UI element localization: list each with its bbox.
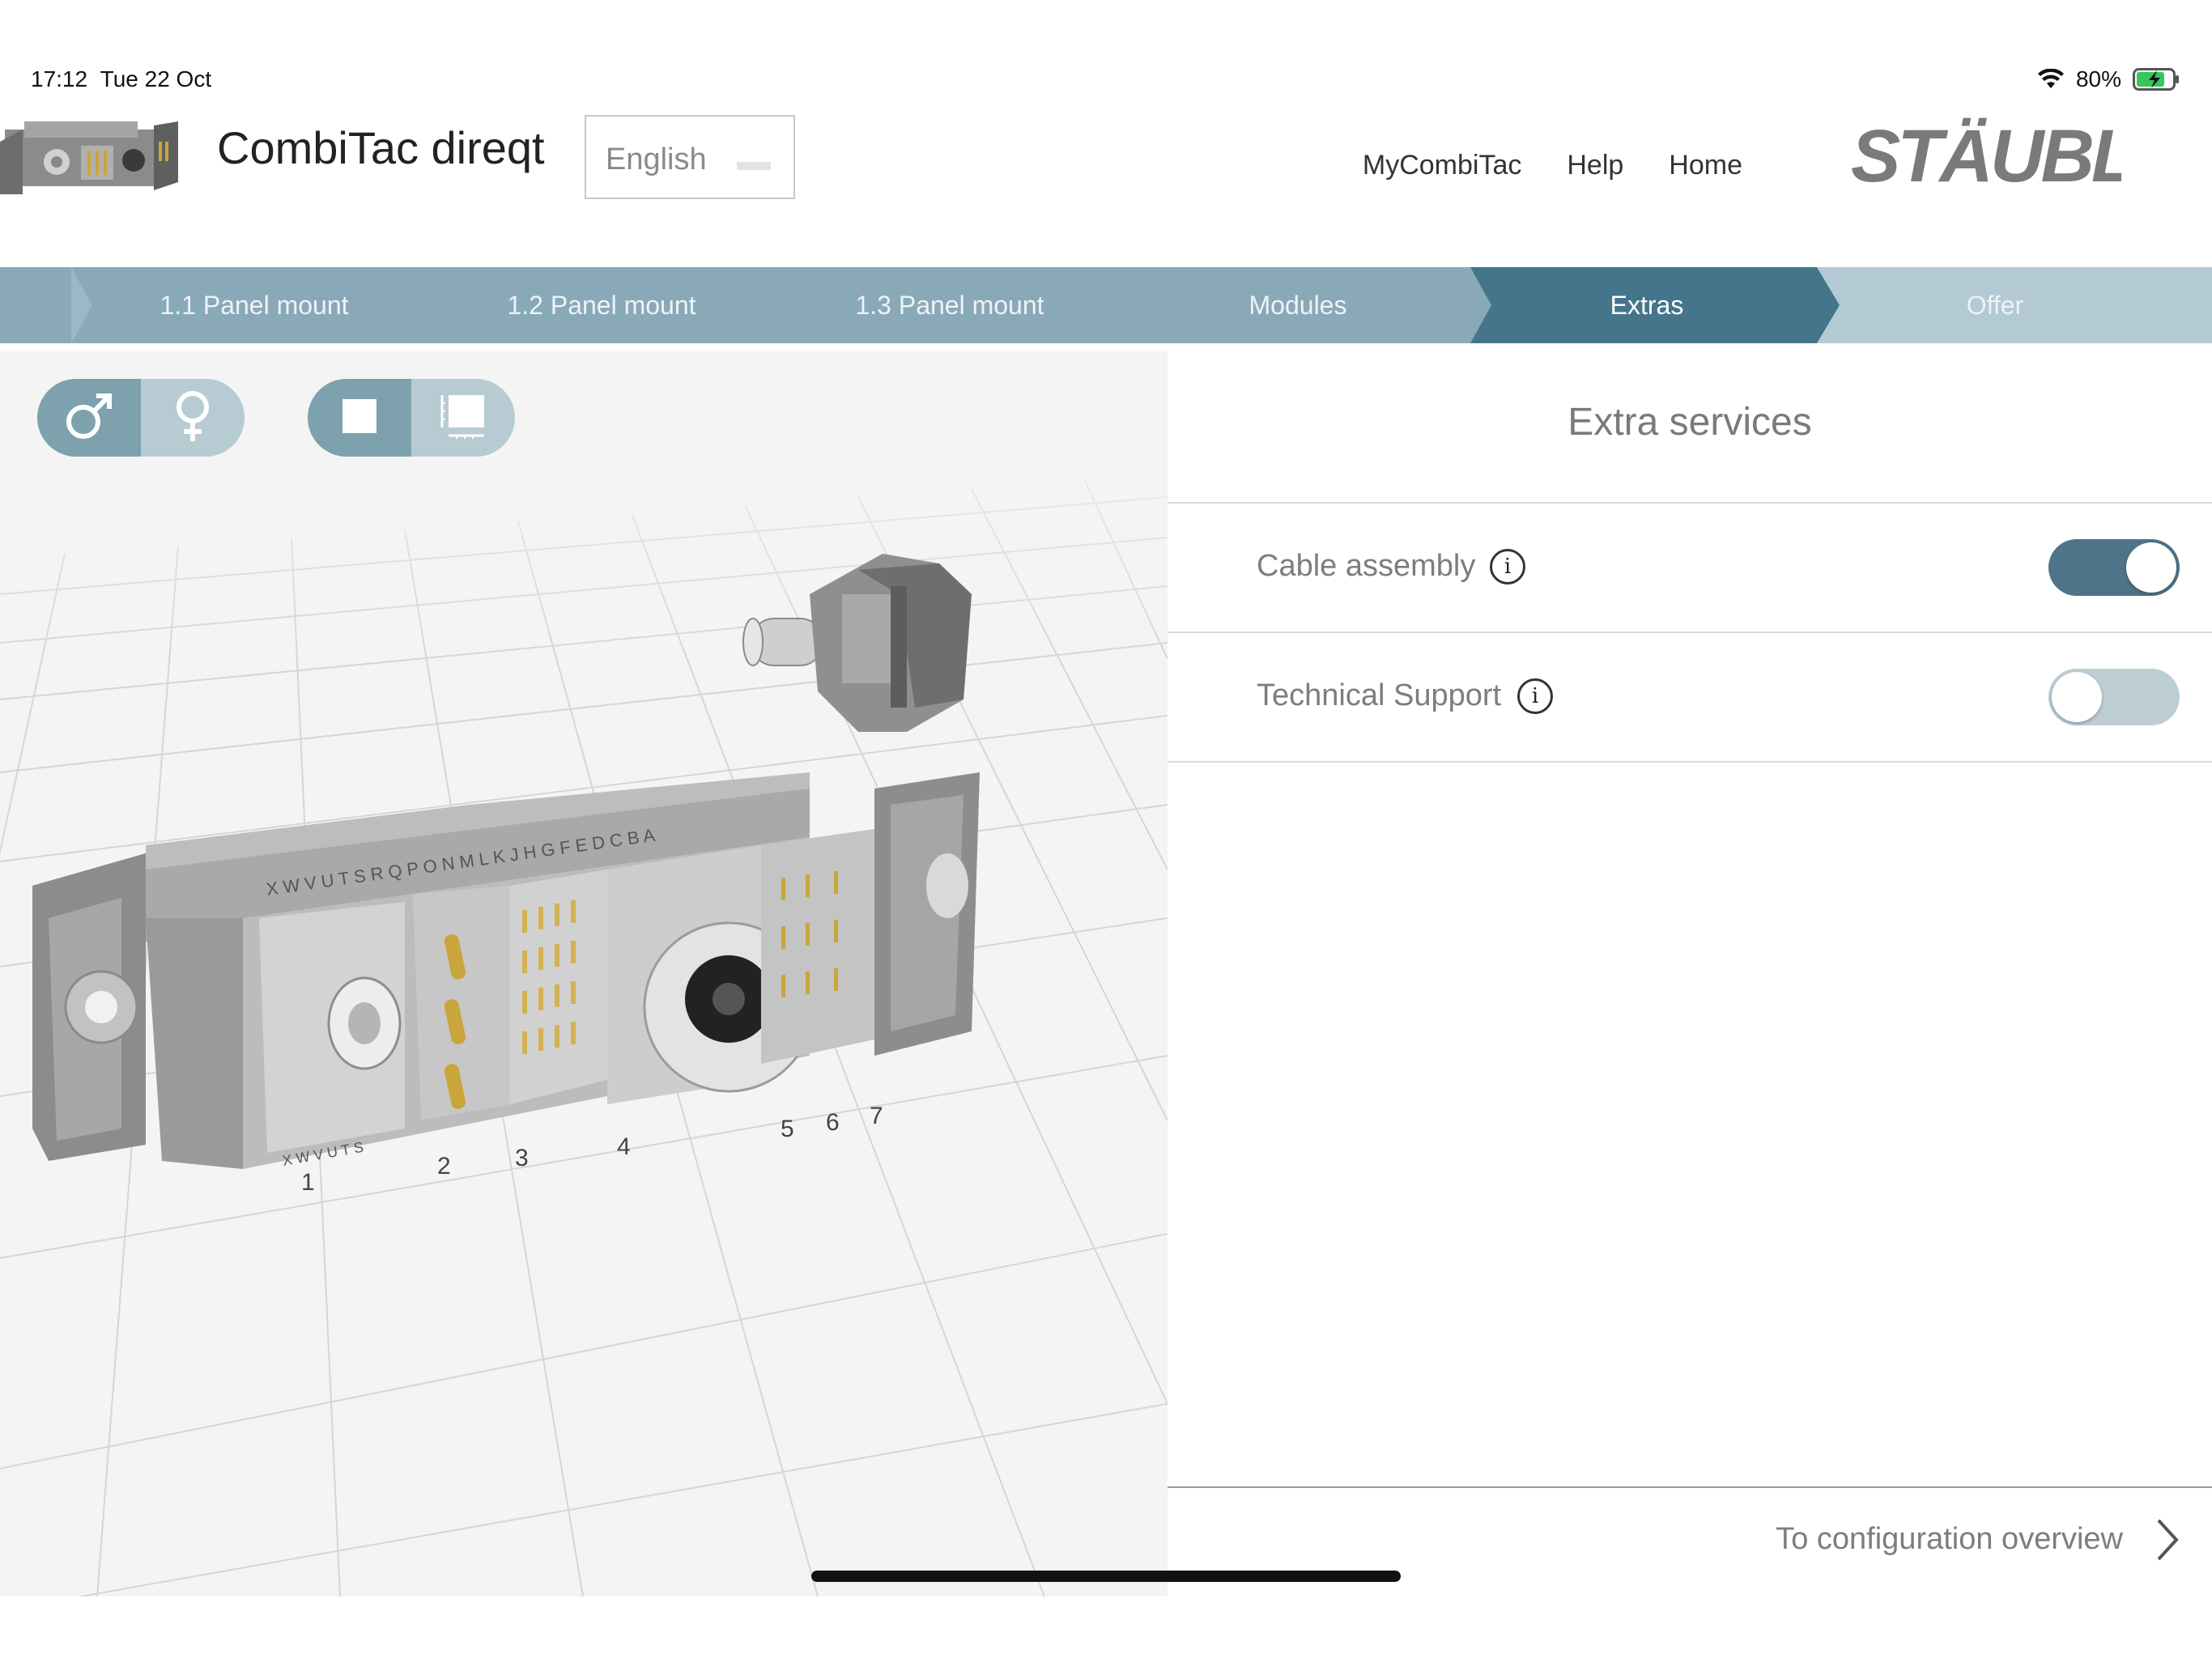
language-value: English bbox=[606, 142, 707, 176]
language-select[interactable]: English bbox=[585, 115, 795, 199]
product-thumbnail[interactable] bbox=[0, 97, 190, 210]
nav-home[interactable]: Home bbox=[1669, 150, 1742, 181]
clock-date: Tue 22 Oct bbox=[100, 66, 212, 91]
info-icon[interactable]: i bbox=[1517, 678, 1553, 714]
module-number-4: 4 bbox=[617, 1133, 631, 1160]
dimension-ruler-icon bbox=[437, 390, 489, 446]
step-progress-bar: 1.1 Panel mount 1.2 Panel mount 1.3 Pane… bbox=[0, 267, 2212, 343]
status-bar: 17:12 Tue 22 Oct 80% bbox=[0, 0, 2212, 92]
view-mode-toggle bbox=[308, 379, 515, 457]
module-number-7: 7 bbox=[870, 1103, 883, 1129]
configuration-overview-link[interactable]: To configuration overview bbox=[1776, 1522, 2123, 1557]
step-1-3-panel-mount[interactable]: 1.3 Panel mount bbox=[788, 267, 1112, 343]
chevron-right-icon[interactable] bbox=[2154, 1516, 2181, 1568]
step-1-2-panel-mount[interactable]: 1.2 Panel mount bbox=[440, 267, 764, 343]
module-number-1: 1 bbox=[301, 1169, 315, 1196]
top-nav: MyCombiTac Help Home bbox=[1363, 150, 1742, 181]
staubli-logo: STÄUBLI bbox=[1846, 113, 2159, 198]
panel-title: Extra services bbox=[1568, 401, 1812, 444]
status-indicators: 80% bbox=[2037, 66, 2180, 92]
divider bbox=[1168, 761, 2212, 763]
battery-percent: 80% bbox=[2075, 66, 2121, 91]
step-offer[interactable]: Offer bbox=[1833, 267, 2157, 343]
3d-viewer[interactable]: X W V U T S R Q P O N M L K J H G F E D … bbox=[0, 351, 1168, 1596]
extras-panel: Extra services Cable assembly i Technica… bbox=[1168, 351, 2212, 1596]
male-toggle[interactable] bbox=[37, 379, 141, 457]
module-number-2: 2 bbox=[437, 1153, 451, 1180]
step-1-1-panel-mount[interactable]: 1.1 Panel mount bbox=[92, 267, 416, 343]
module-number-5: 5 bbox=[781, 1116, 794, 1142]
module-number-3: 3 bbox=[515, 1145, 529, 1171]
nav-help[interactable]: Help bbox=[1567, 150, 1623, 181]
app-title: CombiTac direqt bbox=[217, 122, 545, 173]
technical-support-switch[interactable] bbox=[2048, 669, 2180, 725]
footer-divider bbox=[1168, 1486, 2212, 1488]
solid-square-icon bbox=[339, 396, 380, 440]
info-icon[interactable]: i bbox=[1490, 549, 1525, 585]
cable-assembly-switch[interactable] bbox=[2048, 539, 2180, 596]
divider bbox=[1168, 502, 2212, 504]
male-icon bbox=[61, 388, 117, 449]
gender-toggle bbox=[37, 379, 245, 457]
wifi-icon bbox=[2037, 69, 2065, 90]
step-modules[interactable]: Modules bbox=[1136, 267, 1460, 343]
switch-knob bbox=[2126, 542, 2176, 593]
step-extras[interactable]: Extras bbox=[1485, 267, 1809, 343]
female-toggle[interactable] bbox=[141, 379, 245, 457]
home-indicator[interactable] bbox=[811, 1571, 1401, 1582]
status-time: 17:12 Tue 22 Oct bbox=[31, 66, 211, 92]
female-icon bbox=[164, 388, 221, 449]
module-number-6: 6 bbox=[826, 1109, 840, 1136]
brand-text: STÄUBLI bbox=[1851, 115, 2121, 194]
battery-charging-icon bbox=[2133, 68, 2180, 91]
nav-mycombitac[interactable]: MyCombiTac bbox=[1363, 150, 1521, 181]
cable-assembly-label: Cable assembly bbox=[1257, 549, 1476, 583]
technical-support-label: Technical Support bbox=[1257, 678, 1502, 712]
connector-3d-scene: X W V U T S R Q P O N M L K J H G F E D … bbox=[0, 351, 1168, 1596]
clock-time: 17:12 bbox=[31, 66, 88, 91]
solid-view-toggle[interactable] bbox=[308, 379, 411, 457]
divider bbox=[1168, 631, 2212, 633]
dimension-view-toggle[interactable] bbox=[411, 379, 515, 457]
chevron-down-icon bbox=[737, 162, 771, 170]
switch-knob bbox=[2052, 672, 2102, 722]
